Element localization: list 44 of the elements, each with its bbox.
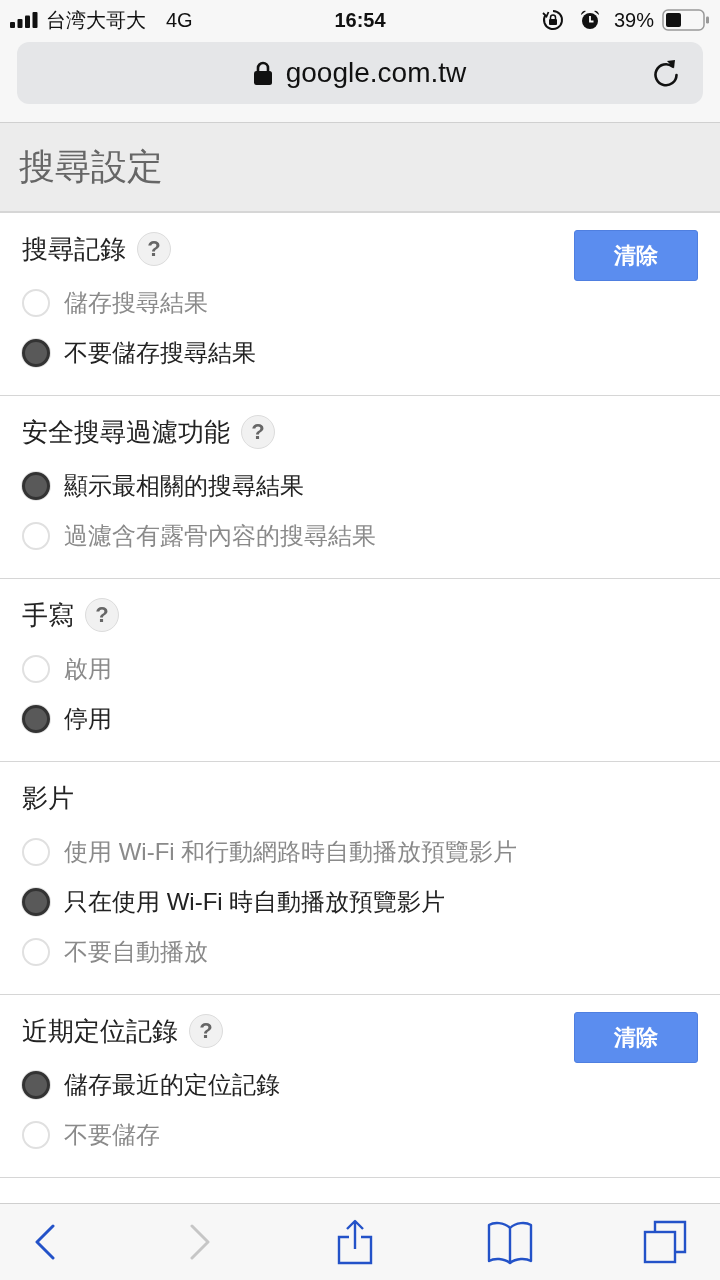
- option-label: 使用 Wi-Fi 和行動網路時自動播放預覽影片: [64, 837, 518, 867]
- section-title: 影片: [22, 782, 74, 815]
- option-label: 不要自動播放: [64, 937, 208, 967]
- help-button[interactable]: ?: [241, 415, 275, 449]
- clear-button[interactable]: 清除: [574, 230, 698, 281]
- battery-percent: 39%: [613, 8, 654, 33]
- radio-button[interactable]: [22, 1071, 50, 1099]
- radio-button[interactable]: [22, 339, 50, 367]
- option-label: 顯示最相關的搜尋結果: [64, 471, 304, 501]
- option-label: 儲存搜尋結果: [64, 288, 208, 318]
- open-book-icon[interactable]: [487, 1219, 533, 1265]
- clear-button[interactable]: 清除: [574, 1012, 698, 1063]
- page-title: 搜尋設定: [19, 145, 163, 189]
- carrier-name: 台湾大哥大: [46, 8, 146, 33]
- alarm-clock-icon: [579, 10, 600, 30]
- radio-button[interactable]: [22, 705, 50, 733]
- option-label: 儲存最近的定位記錄: [64, 1070, 280, 1100]
- radio-button[interactable]: [22, 472, 50, 500]
- radio-button[interactable]: [22, 888, 50, 916]
- share-icon[interactable]: [337, 1219, 373, 1265]
- help-button[interactable]: ?: [85, 598, 119, 632]
- section-title: 手寫: [22, 599, 74, 632]
- reload-icon[interactable]: [653, 59, 679, 87]
- help-button[interactable]: ?: [137, 232, 171, 266]
- option-label: 啟用: [64, 654, 112, 684]
- option-label: 停用: [64, 704, 112, 734]
- rotation-lock-icon: [541, 9, 564, 31]
- section-title: 搜尋記錄: [22, 233, 126, 266]
- option-label: 不要儲存: [64, 1120, 160, 1150]
- section-title: 安全搜尋過濾功能: [22, 416, 230, 449]
- status-time: 16:54: [334, 8, 386, 33]
- option-label: 不要儲存搜尋結果: [64, 338, 256, 368]
- url-text: google.com.tw: [285, 56, 467, 90]
- battery-icon: [662, 9, 710, 31]
- option-label: 過濾含有露骨內容的搜尋結果: [64, 521, 376, 551]
- signal-bars-icon: [10, 12, 38, 28]
- tabs-icon[interactable]: [643, 1220, 687, 1264]
- address-bar[interactable]: google.com.tw: [17, 42, 703, 104]
- back-icon[interactable]: [35, 1224, 55, 1260]
- help-button[interactable]: ?: [189, 1014, 223, 1048]
- section-title: 近期定位記錄: [22, 1015, 178, 1048]
- option-label: 只在使用 Wi-Fi 時自動播放預覽影片: [64, 887, 446, 917]
- lock-icon: [253, 61, 272, 85]
- network-type: 4G: [166, 8, 193, 33]
